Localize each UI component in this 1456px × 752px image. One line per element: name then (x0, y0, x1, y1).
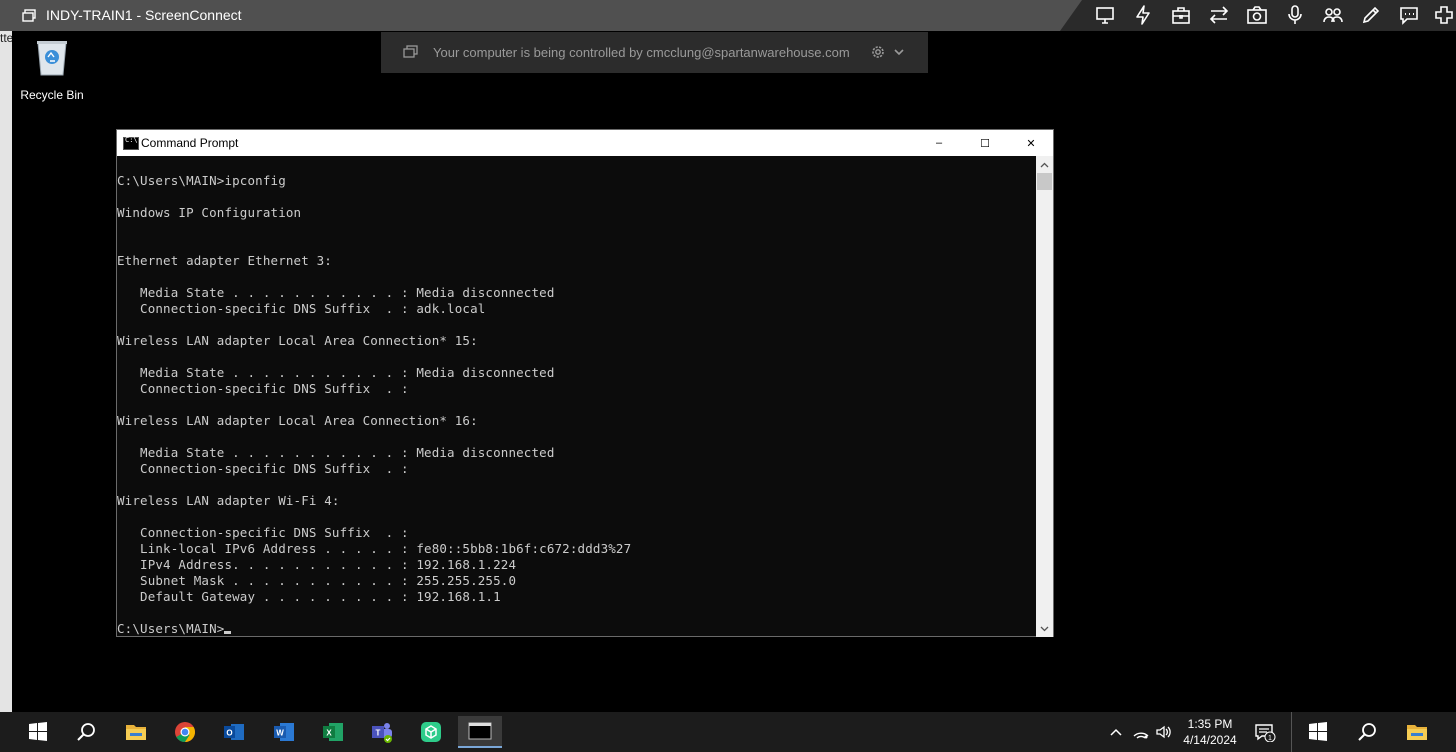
command-prompt-window[interactable]: C:\ Command Prompt – ☐ ✕ C:\Users\MAIN>i… (116, 129, 1054, 637)
cmd-output-line: Media State . . . . . . . . . . . : Medi… (140, 365, 555, 380)
file-explorer-icon[interactable] (116, 716, 156, 748)
outlook-icon[interactable]: O (214, 716, 254, 748)
teams-icon[interactable]: T (362, 716, 402, 748)
chevron-up-icon[interactable] (1106, 722, 1126, 742)
recycle-bin-icon (37, 41, 67, 76)
host-window-title: INDY-TRAIN1 - ScreenConnect (46, 7, 242, 23)
wifi-icon[interactable] (1131, 722, 1151, 742)
remote-control-banner: Your computer is being controlled by cmc… (381, 32, 928, 73)
cmd-output-line: Connection-specific DNS Suffix . : (140, 381, 409, 396)
cmd-output-line: Wireless LAN adapter Local Area Connecti… (117, 333, 478, 348)
transfer-arrows-icon[interactable] (1207, 4, 1231, 26)
cmd-output-line: Link-local IPv6 Address . . . . . : fe80… (140, 541, 632, 556)
scroll-down-arrow-icon[interactable] (1036, 620, 1053, 637)
app-cube-icon[interactable] (411, 716, 451, 748)
cmd-console[interactable]: C:\Users\MAIN>ipconfig Windows IP Config… (117, 156, 1037, 637)
camera-icon[interactable] (1245, 4, 1269, 26)
cmd-output-line: Connection-specific DNS Suffix . : (140, 461, 409, 476)
command-prompt-icon[interactable] (458, 716, 502, 748)
banner-text: Your computer is being controlled by cmc… (433, 45, 850, 60)
cmd-prompt: C:\Users\MAIN> (117, 621, 225, 636)
notification-count: 1 (1268, 735, 1272, 742)
host-title-bar: INDY-TRAIN1 - ScreenConnect (0, 0, 1456, 31)
search-icon[interactable] (66, 716, 106, 748)
cmd-output-line: Windows IP Configuration (117, 205, 302, 220)
recycle-bin[interactable]: Recycle Bin (20, 37, 84, 102)
participants-icon[interactable] (1321, 4, 1345, 26)
cmd-output-line: IPv4 Address. . . . . . . . . . . : 192.… (140, 557, 517, 572)
svg-text:O: O (226, 729, 232, 738)
host-windows-start-icon[interactable] (1298, 716, 1338, 748)
speaker-icon[interactable] (1154, 722, 1174, 742)
cmd-output-line: Media State . . . . . . . . . . . : Medi… (140, 445, 555, 460)
scrollbar-thumb[interactable] (1037, 173, 1052, 190)
lightning-icon[interactable] (1131, 4, 1155, 26)
host-search-icon[interactable] (1347, 716, 1387, 748)
cmd-output-line: C:\Users\MAIN>ipconfig (117, 173, 286, 188)
chat-icon[interactable] (1397, 4, 1421, 26)
window-icon (403, 45, 418, 58)
toolbox-icon[interactable] (1169, 4, 1193, 26)
taskbar-clock[interactable]: 1:35 PM 4/14/2024 (1175, 716, 1245, 748)
microphone-icon[interactable] (1283, 4, 1307, 26)
cmd-app-icon: C:\ (123, 136, 139, 150)
gear-icon[interactable] (869, 43, 887, 61)
add-icon[interactable] (1432, 4, 1456, 26)
svg-text:W: W (276, 729, 284, 738)
svg-text:X: X (326, 729, 332, 738)
maximize-button[interactable]: ☐ (962, 130, 1008, 156)
host-file-explorer-icon[interactable] (1397, 716, 1437, 748)
monitor-icon[interactable] (1093, 4, 1117, 26)
chrome-icon[interactable] (165, 716, 205, 748)
cmd-output-line: Media State . . . . . . . . . . . : Medi… (140, 285, 555, 300)
clock-date: 4/14/2024 (1183, 733, 1237, 747)
word-icon[interactable]: W (264, 716, 304, 748)
taskbar: O W X T 1:35 PM 4/14/2024 1 (0, 712, 1456, 752)
screenconnect-toolbar (1060, 0, 1456, 31)
cmd-output-line: Wireless LAN adapter Local Area Connecti… (117, 413, 478, 428)
cmd-output-lines: C:\Users\MAIN>ipconfig Windows IP Config… (117, 173, 631, 604)
restore-window-icon[interactable] (22, 9, 36, 22)
clock-time: 1:35 PM (1187, 717, 1233, 731)
cmd-output-line: Subnet Mask . . . . . . . . . . . : 255.… (140, 573, 517, 588)
cmd-output-line: Default Gateway . . . . . . . . . : 192.… (140, 589, 501, 604)
cmd-output-line: Wireless LAN adapter Wi-Fi 4: (117, 493, 340, 508)
windows-start-icon[interactable] (18, 716, 58, 748)
recycle-bin-label: Recycle Bin (20, 88, 84, 102)
host-left-strip: tte (0, 31, 13, 712)
notification-icon[interactable]: 1 (1253, 722, 1277, 742)
cmd-title-bar[interactable]: C:\ Command Prompt – ☐ ✕ (117, 130, 1053, 156)
chevron-down-icon[interactable] (893, 46, 905, 58)
close-button[interactable]: ✕ (1008, 130, 1054, 156)
cmd-output-line: Connection-specific DNS Suffix . : (140, 525, 409, 540)
excel-icon[interactable]: X (313, 716, 353, 748)
cmd-output-line: Ethernet adapter Ethernet 3: (117, 253, 332, 268)
cmd-output: C:\Users\MAIN>ipconfig Windows IP Config… (117, 173, 631, 637)
text-cursor (224, 631, 232, 634)
scroll-up-arrow-icon[interactable] (1036, 156, 1053, 173)
svg-text:T: T (376, 729, 381, 738)
cmd-title: Command Prompt (141, 136, 239, 150)
vertical-scrollbar[interactable] (1036, 156, 1053, 637)
cmd-output-line: Connection-specific DNS Suffix . : adk.l… (140, 301, 486, 316)
pen-icon[interactable] (1359, 4, 1383, 26)
host-taskbar-divider (1291, 712, 1292, 752)
minimize-button[interactable]: – (916, 130, 962, 156)
